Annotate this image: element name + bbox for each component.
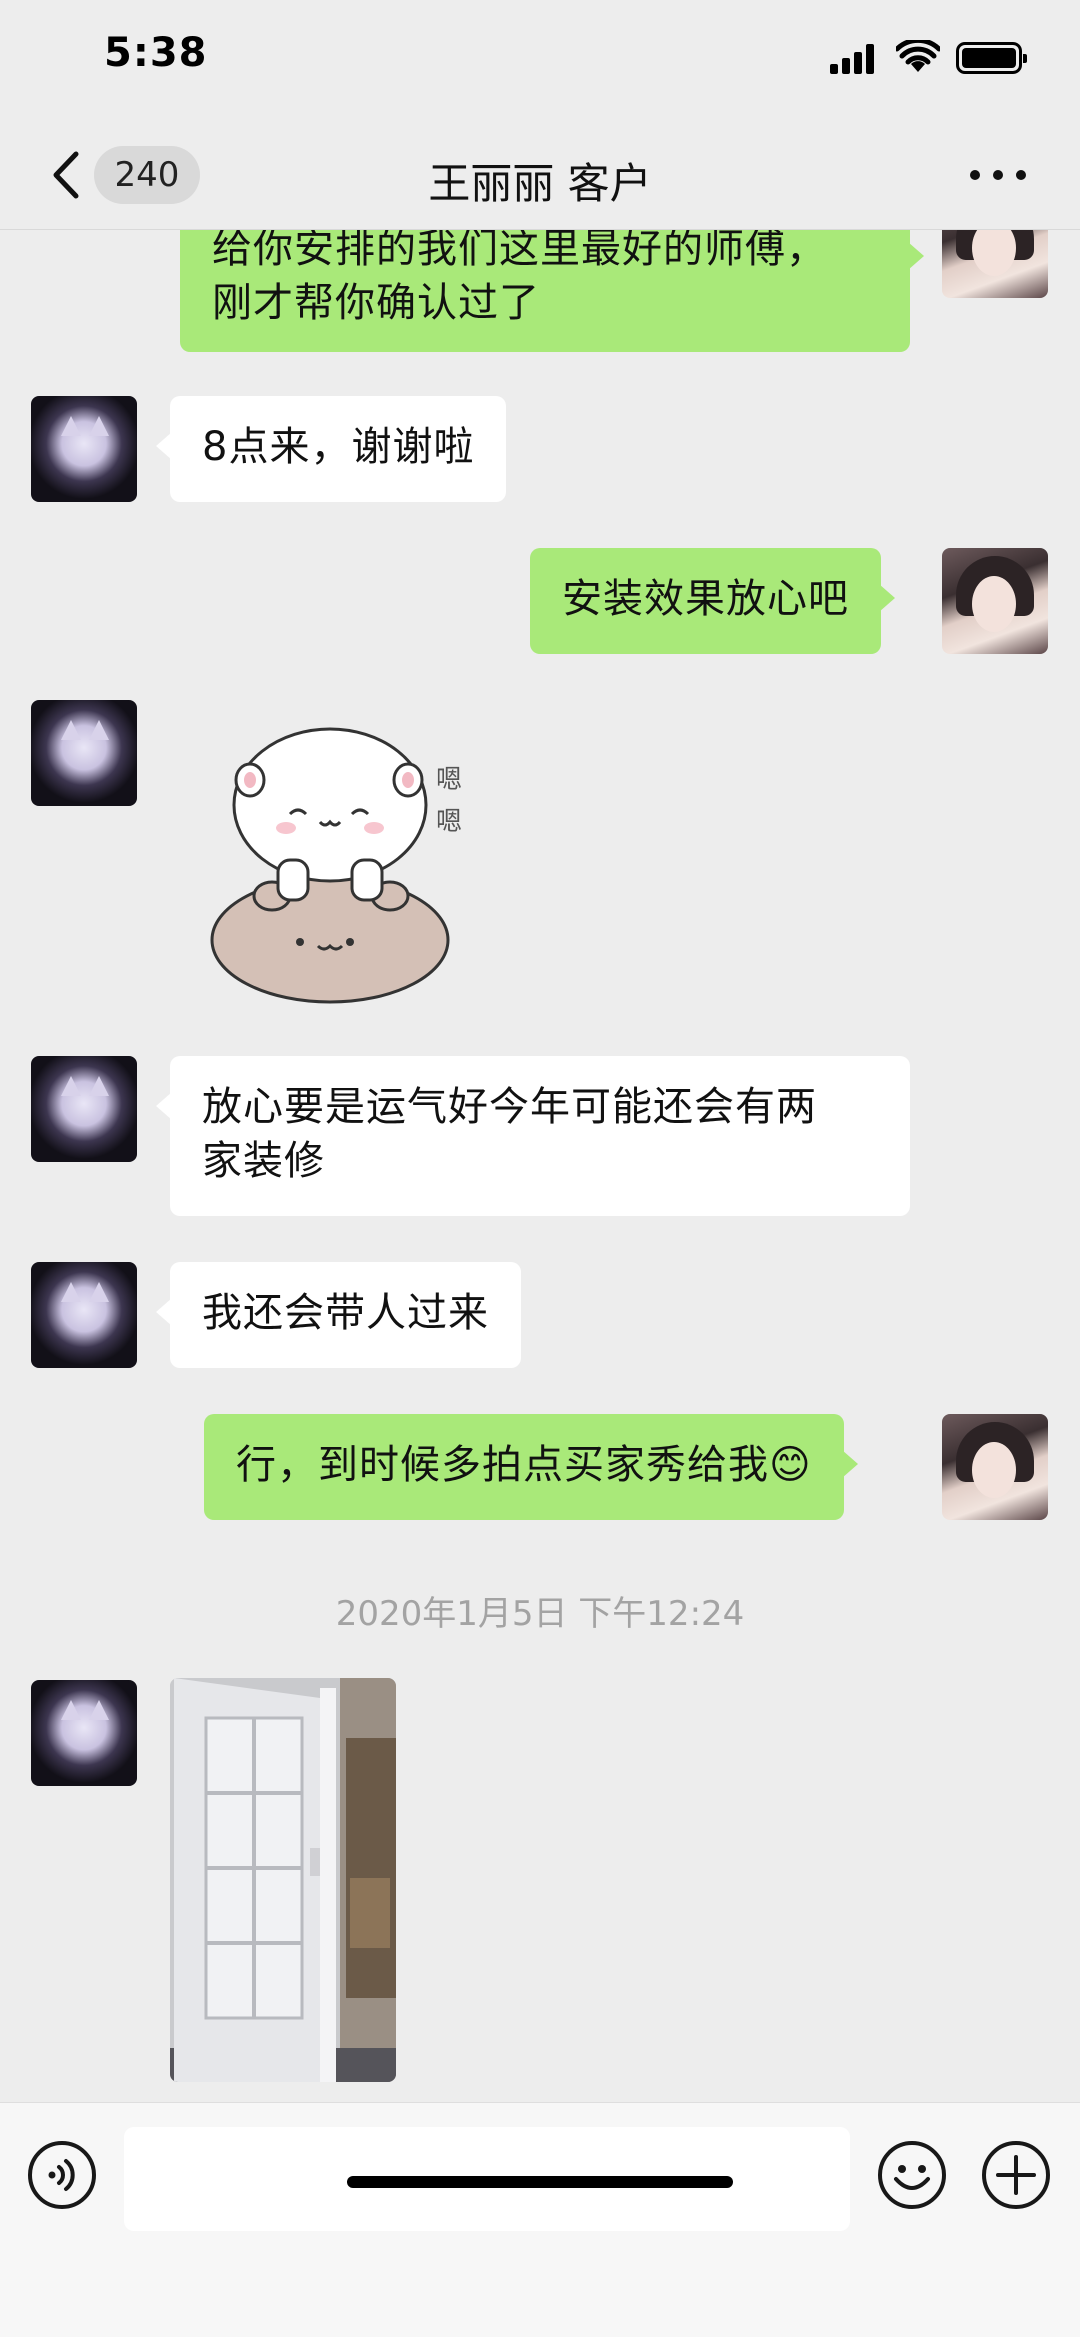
- message-bubble-received[interactable]: 8点来，谢谢啦: [155, 396, 507, 502]
- status-time: 5:38: [104, 30, 208, 76]
- sticker-text: 嗯: [436, 765, 462, 795]
- message-bubble-received[interactable]: 我还会带人过来: [156, 1262, 521, 1368]
- battery-icon: [956, 42, 1027, 74]
- bear-sticker[interactable]: 嗯 嗯: [180, 710, 480, 1010]
- my-avatar[interactable]: [942, 548, 1048, 654]
- status-bar: 5:38: [0, 0, 1080, 120]
- ellipsis-icon[interactable]: [970, 168, 1026, 184]
- home-indicator[interactable]: [347, 2176, 733, 2188]
- voice-icon[interactable]: [26, 2139, 98, 2211]
- chevron-left-icon[interactable]: [46, 148, 86, 202]
- cellular-signal-icon: [830, 44, 878, 74]
- my-avatar[interactable]: [942, 1414, 1048, 1520]
- sticker-text: 嗯: [436, 807, 462, 837]
- message-text: 行，到时候多拍点买家秀给我: [236, 1442, 769, 1488]
- contact-avatar[interactable]: [31, 1262, 137, 1368]
- unread-count-badge[interactable]: 240: [94, 146, 200, 204]
- message-text: 我还会带人过来: [202, 1290, 489, 1336]
- message-bubble-sent[interactable]: 安装效果放心吧: [530, 548, 895, 654]
- smiling-emoji-icon: 😊: [769, 1442, 812, 1488]
- chat-title: 王丽丽 客户: [428, 159, 652, 208]
- emoji-icon[interactable]: [876, 2139, 948, 2211]
- input-bar: [0, 2102, 1080, 2337]
- message-line: 家装修: [202, 1138, 325, 1184]
- message-bubble-sent[interactable]: 行，到时候多拍点买家秀给我😊: [204, 1414, 858, 1520]
- contact-avatar[interactable]: [31, 700, 137, 806]
- message-line: 放心要是运气好今年可能还会有两: [202, 1084, 817, 1130]
- message-line: 刚才帮你确认过了: [212, 280, 540, 326]
- message-text: 8点来，谢谢啦: [202, 424, 475, 470]
- door-photo[interactable]: [170, 1678, 396, 2082]
- contact-avatar[interactable]: [31, 1056, 137, 1162]
- plus-icon[interactable]: [980, 2139, 1052, 2211]
- message-text: 安装效果放心吧: [562, 576, 849, 622]
- message-bubble-received[interactable]: 放心要是运气好今年可能还会有两 家装修: [156, 1056, 910, 1216]
- message-line: 给你安排的我们这里最好的师傅，: [212, 226, 827, 272]
- contact-avatar[interactable]: [31, 396, 137, 502]
- message-timestamp: 2020年1月5日 下午12:24: [335, 1594, 745, 1634]
- wifi-icon: [896, 40, 940, 72]
- contact-avatar[interactable]: [31, 1680, 137, 1786]
- chat-header: 240 王丽丽 客户: [0, 120, 1080, 230]
